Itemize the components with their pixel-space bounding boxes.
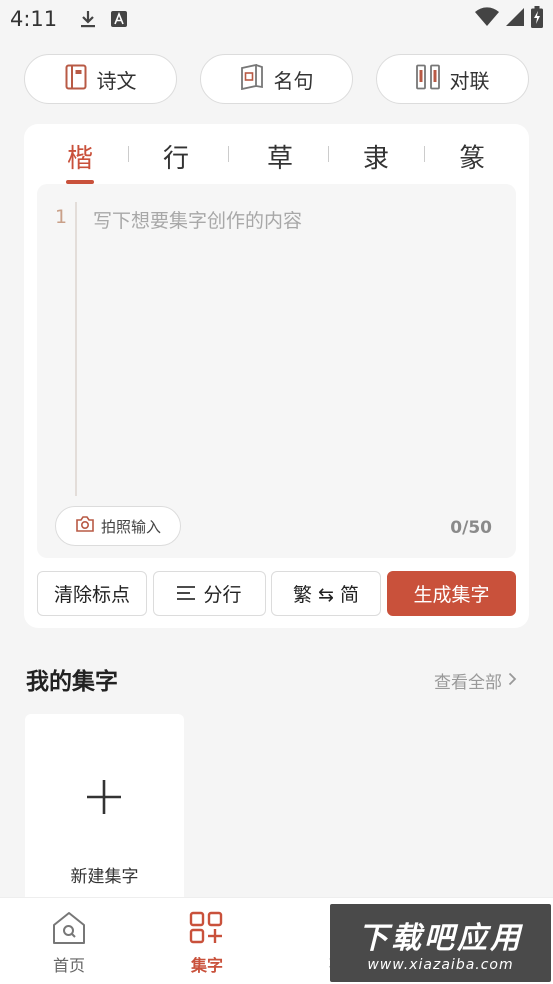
home-icon	[24, 908, 114, 948]
nav-home-label: 首页	[52, 956, 85, 975]
photo-input-button[interactable]: 拍照输入	[55, 506, 181, 546]
font-app-icon	[111, 11, 128, 27]
traditional-simplified-label: 繁 ⇆ 简	[293, 584, 359, 606]
script-style-tabs: 楷 行 草 隶 篆	[24, 124, 529, 184]
poetry-button[interactable]: 诗文	[24, 54, 177, 104]
watermark-url: www.xiazaiba.com	[367, 957, 514, 973]
line-number: 1	[55, 206, 68, 228]
my-collection-title: 我的集字	[26, 669, 118, 695]
new-collection-label: 新建集字	[70, 867, 139, 887]
new-collection-card[interactable]: 新建集字	[25, 714, 184, 914]
content-editor[interactable]: 1 写下想要集字创作的内容 拍照输入 0/50	[37, 184, 516, 558]
battery-charging-icon	[531, 5, 543, 33]
tab-lishu[interactable]: 隶	[348, 138, 404, 174]
tab-caoshu[interactable]: 草	[252, 138, 308, 174]
status-time: 4:11	[10, 7, 58, 31]
content-input-placeholder[interactable]: 写下想要集字创作的内容	[93, 206, 302, 233]
couplet-scroll-icon	[415, 64, 440, 95]
generate-button[interactable]: 生成集字	[387, 571, 516, 616]
view-all-label: 查看全部	[434, 673, 502, 693]
tab-divider	[328, 146, 329, 162]
nav-collect-label: 集字	[190, 956, 223, 975]
category-buttons: 诗文 名句 对联	[24, 54, 529, 104]
collect-grid-icon	[162, 908, 252, 948]
book-icon	[65, 64, 87, 95]
nav-collect[interactable]: 集字	[162, 908, 252, 978]
editor-actions: 清除标点 分行 繁 ⇆ 简 生成集字	[37, 571, 516, 616]
couplets-button-label: 对联	[449, 68, 490, 93]
editor-gutter	[75, 202, 77, 496]
plus-icon	[85, 778, 123, 820]
tab-divider	[128, 146, 129, 162]
tab-divider	[228, 146, 229, 162]
signal-icon	[505, 7, 525, 32]
couplets-button[interactable]: 对联	[376, 54, 529, 104]
split-lines-label: 分行	[203, 584, 242, 606]
split-lines-button[interactable]: 分行	[153, 571, 266, 616]
tab-xingshu[interactable]: 行	[148, 138, 204, 174]
poetry-button-label: 诗文	[96, 68, 137, 93]
tab-divider	[424, 146, 425, 162]
watermark-main: 下载吧应用	[358, 921, 523, 956]
quotes-button[interactable]: 名句	[200, 54, 353, 104]
status-bar: 4:11	[0, 0, 553, 38]
generate-button-label: 生成集字	[413, 584, 490, 606]
tab-kaishu[interactable]: 楷	[52, 138, 108, 174]
traditional-simplified-button[interactable]: 繁 ⇆ 简	[271, 571, 381, 616]
quote-book-icon	[240, 63, 264, 95]
photo-input-label: 拍照输入	[100, 517, 161, 536]
clear-punctuation-button[interactable]: 清除标点	[37, 571, 147, 616]
split-lines-icon	[177, 583, 196, 605]
chevron-right-icon	[508, 671, 517, 691]
clear-punctuation-label: 清除标点	[53, 584, 130, 606]
quotes-button-label: 名句	[273, 68, 314, 93]
download-icon	[79, 9, 97, 29]
wifi-icon	[475, 6, 499, 32]
camera-icon	[75, 515, 95, 537]
tab-zhuanshu[interactable]: 篆	[444, 138, 500, 174]
char-counter: 0/50	[450, 518, 492, 538]
watermark: 下载吧应用 www.xiazaiba.com	[330, 904, 551, 982]
nav-home[interactable]: 首页	[24, 908, 114, 978]
creation-card: 楷 行 草 隶 篆 1 写下想要集字创作的内容 拍照输入 0/50 清除标点 分…	[24, 124, 529, 628]
view-all-link[interactable]: 查看全部	[434, 668, 517, 693]
